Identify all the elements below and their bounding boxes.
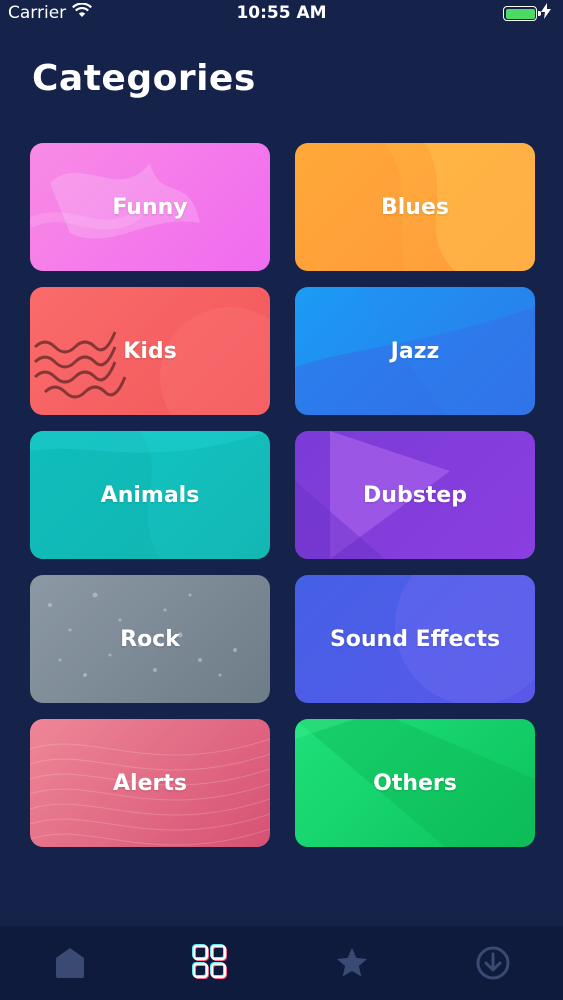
category-label: Others [373, 770, 457, 796]
category-label: Kids [123, 338, 177, 364]
category-card-sound-effects[interactable]: Sound Effects [295, 575, 535, 703]
category-label: Jazz [390, 338, 440, 364]
category-card-funny[interactable]: Funny [30, 143, 270, 271]
category-label: Dubstep [363, 482, 467, 508]
category-label: Sound Effects [329, 626, 501, 652]
tab-favorites[interactable] [322, 933, 382, 993]
category-card-blues[interactable]: Blues [295, 143, 535, 271]
category-label: Blues [381, 194, 449, 220]
category-card-alerts[interactable]: Alerts [30, 719, 270, 847]
status-time: 10:55 AM [236, 3, 327, 23]
category-card-others[interactable]: Others [295, 719, 535, 847]
category-card-rock[interactable]: Rock [30, 575, 270, 703]
category-card-jazz[interactable]: Jazz [295, 287, 535, 415]
tab-bar [0, 926, 563, 1000]
battery-icon [503, 6, 541, 21]
category-card-dubstep[interactable]: Dubstep [295, 431, 535, 559]
star-icon [336, 948, 367, 977]
category-card-animals[interactable]: Animals [30, 431, 270, 559]
tab-home[interactable] [40, 933, 100, 993]
page-title: Categories [32, 58, 256, 99]
tab-downloads[interactable] [463, 933, 523, 993]
home-icon [56, 948, 85, 978]
charging-bolt-icon [541, 3, 551, 24]
category-label: Funny [112, 194, 188, 220]
download-icon [476, 946, 510, 980]
category-card-kids[interactable]: Kids [30, 287, 270, 415]
category-label: Alerts [113, 770, 187, 796]
categories-grid: Funny Blues Kids Jazz Animals Dubstep Ro… [30, 143, 535, 847]
category-label: Animals [100, 482, 200, 508]
status-bar: Carrier 10:55 AM [0, 0, 563, 28]
category-label: Rock [120, 626, 180, 652]
categories-icon [192, 944, 228, 979]
tab-categories[interactable] [181, 933, 241, 993]
